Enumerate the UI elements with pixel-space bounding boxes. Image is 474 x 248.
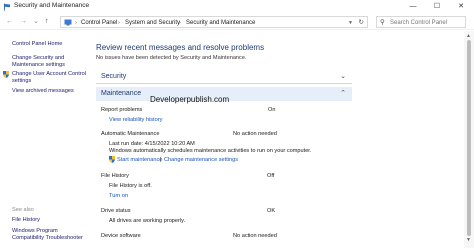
sidebar-link-change-security-maintenance-2[interactable]: Maintenance settings: [12, 62, 65, 69]
device-software-status: No action needed: [233, 233, 277, 239]
scroll-up-icon[interactable]: ▲: [466, 33, 471, 39]
breadcrumb-separator: ›: [75, 20, 77, 26]
view-reliability-history-link[interactable]: View reliability history: [109, 117, 162, 123]
back-button[interactable]: ←: [6, 17, 13, 27]
forward-button[interactable]: →: [20, 17, 27, 27]
breadcrumb-security-and-maintenance[interactable]: Security and Maintenance: [186, 18, 255, 28]
sidebar-link-view-archived-messages[interactable]: View archived messages: [12, 88, 74, 95]
watermark-text: Developerpublish.com: [150, 95, 230, 104]
automatic-maintenance-label: Automatic Maintenance: [101, 131, 160, 137]
report-problems-label: Report problems: [101, 107, 143, 113]
window-title: Security and Maintenance: [14, 2, 90, 9]
control-panel-icon: [64, 19, 72, 26]
search-placeholder: Search Control Panel: [390, 20, 448, 26]
start-maintenance-link[interactable]: Start maintenance: [117, 157, 162, 163]
address-bar[interactable]: › Control Panel › System and Security › …: [60, 16, 368, 28]
breadcrumb-control-panel[interactable]: Control Panel: [81, 18, 117, 28]
sidebar-link-windows-program[interactable]: Windows Program: [12, 228, 58, 235]
uac-shield-icon: [109, 156, 115, 163]
navigation-bar: ← → ⌄ ↑ › Control Panel › System and Sec…: [0, 14, 474, 30]
uac-shield-icon: [3, 71, 9, 78]
change-maintenance-settings-link[interactable]: Change maintenance settings: [164, 157, 238, 163]
sidebar-link-change-uac-settings-2[interactable]: settings: [12, 78, 31, 85]
see-also-heading: See also: [12, 207, 34, 213]
search-icon: ⚲: [380, 19, 385, 26]
vertical-scrollbar[interactable]: ▲ ▼: [464, 31, 474, 248]
file-history-label: File History: [101, 173, 129, 179]
chevron-up-icon: ⌃: [340, 90, 346, 97]
automatic-maintenance-status: No action needed: [233, 131, 277, 137]
search-box[interactable]: ⚲ Search Control Panel: [376, 16, 466, 28]
maintenance-description: Windows automatically schedules maintena…: [109, 148, 312, 154]
drive-status-label: Drive status: [101, 208, 131, 214]
minimize-button[interactable]: —: [402, 1, 424, 13]
file-history-description: File History is off.: [109, 183, 152, 189]
security-section-title: Security: [101, 73, 127, 80]
sidebar-link-file-history[interactable]: File History: [12, 217, 40, 224]
scroll-down-icon[interactable]: ▼: [466, 237, 471, 243]
recent-locations-button[interactable]: ⌄: [33, 17, 39, 27]
turn-on-link[interactable]: Turn on: [109, 193, 128, 199]
device-software-label: Device software: [101, 233, 141, 239]
security-section-header[interactable]: Security ⌄: [96, 70, 352, 84]
refresh-icon[interactable]: ↻: [359, 18, 364, 28]
title-bar: Security and Maintenance — ☐ ✕: [0, 0, 474, 14]
chevron-down-icon[interactable]: ▼: [348, 18, 353, 28]
breadcrumb-system-and-security[interactable]: System and Security: [125, 18, 180, 28]
file-history-status: Off: [267, 173, 275, 179]
maintenance-section-title: Maintenance: [101, 90, 142, 97]
chevron-down-icon: ⌄: [340, 73, 346, 80]
drive-status-description: All drives are working properly.: [109, 218, 186, 224]
security-flag-icon: [4, 3, 10, 11]
sidebar-link-change-uac-settings[interactable]: Change User Account Control: [12, 71, 86, 78]
drive-status-value: OK: [267, 208, 276, 214]
breadcrumb-separator: ›: [179, 20, 181, 26]
sidebar-link-change-security-maintenance[interactable]: Change Security and: [12, 55, 64, 62]
sidebar: Control Panel Home Change Security and M…: [0, 31, 90, 248]
no-issues-text: No issues have been detected by Security…: [96, 55, 247, 61]
last-run-date-text: Last run date: 4/15/2022 10:20 AM: [109, 141, 195, 147]
link-separator: |: [160, 157, 162, 163]
scrollbar-thumb[interactable]: [467, 40, 471, 236]
sidebar-link-control-panel-home[interactable]: Control Panel Home: [12, 41, 62, 48]
page-heading: Review recent messages and resolve probl…: [96, 43, 265, 52]
main-content: Review recent messages and resolve probl…: [90, 31, 464, 248]
maximize-button[interactable]: ☐: [426, 1, 448, 13]
sidebar-link-compatibility-troubleshooter[interactable]: Compatibility Troubleshooter: [12, 235, 83, 242]
report-problems-status: On: [268, 107, 276, 113]
breadcrumb-separator: ›: [118, 20, 120, 26]
up-button[interactable]: ↑: [45, 17, 49, 27]
close-button[interactable]: ✕: [450, 1, 472, 13]
